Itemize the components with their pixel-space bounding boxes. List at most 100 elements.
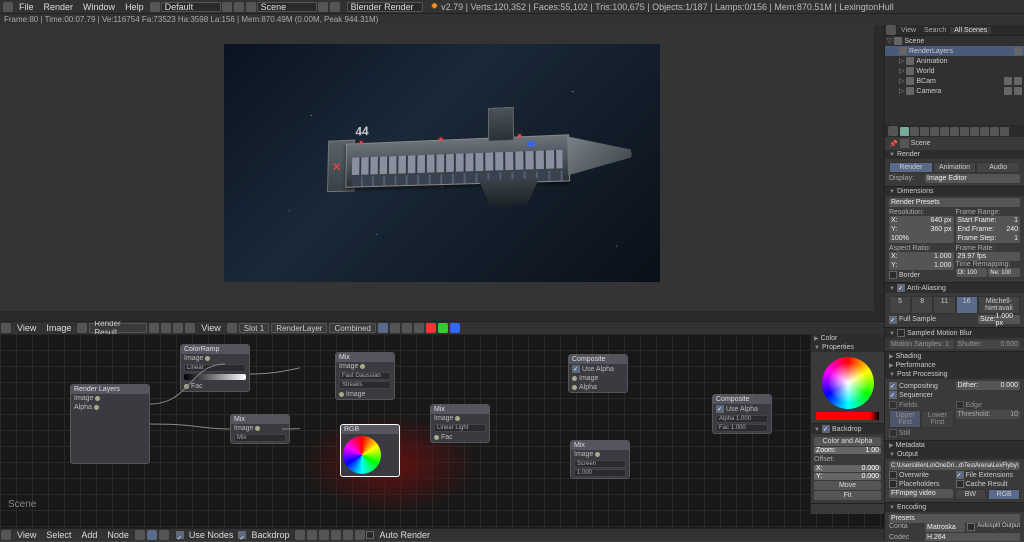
lower-first-button[interactable]: Lower First — [921, 410, 953, 428]
mblur-enable-checkbox[interactable] — [897, 329, 905, 337]
slot-dropdown[interactable]: Slot 1 — [239, 323, 269, 333]
image-editor-viewport[interactable]: 44 — [0, 25, 884, 321]
render-animation-button[interactable]: Animation — [933, 162, 977, 173]
context-texture-tab[interactable] — [980, 127, 989, 136]
render-button[interactable]: Render — [889, 162, 933, 173]
performance-section-header[interactable]: Performance — [885, 361, 1024, 370]
channel-g-icon[interactable] — [438, 323, 448, 333]
aa-11-button[interactable]: 11 — [933, 296, 955, 314]
end-frame-field[interactable]: End Frame:240 — [956, 225, 1021, 234]
img-menu-view[interactable]: View — [12, 323, 41, 333]
vertical-scrollbar[interactable] — [874, 25, 884, 321]
dither-field[interactable]: Dither:0.000 — [956, 381, 1021, 390]
overwrite-checkbox[interactable] — [889, 471, 897, 479]
channel-z-icon[interactable] — [414, 323, 424, 333]
outliner-item-camera[interactable]: ▷Camera — [885, 86, 1024, 96]
container-dropdown[interactable]: Matroska — [925, 523, 965, 532]
img-menu-view2[interactable]: View — [196, 323, 225, 333]
screen-layout-dropdown[interactable]: Default — [161, 2, 221, 12]
aa-filter-dropdown[interactable]: Mitchell-Netravali — [978, 296, 1020, 314]
render-icon[interactable] — [1014, 87, 1022, 95]
menu-render[interactable]: Render — [39, 2, 79, 12]
render-presets-dropdown[interactable]: Render Presets — [889, 198, 1020, 207]
context-object-tab[interactable] — [930, 127, 939, 136]
metadata-section-header[interactable]: Metadata — [885, 441, 1024, 450]
color-bw-button[interactable]: BW — [955, 489, 987, 500]
outliner-view-menu[interactable]: View — [897, 27, 920, 34]
aspect-y-field[interactable]: Y:1.000 — [889, 261, 954, 270]
shading-section-header[interactable]: Shading — [885, 352, 1024, 361]
scene-del-icon[interactable] — [330, 2, 340, 12]
resolution-y-field[interactable]: Y:360 px — [889, 225, 954, 234]
compositing-checkbox[interactable] — [889, 382, 897, 390]
mix-screen-node[interactable]: Mix Image Screen 1.000 — [570, 440, 630, 479]
backdrop-mode-dropdown[interactable]: Color and Alpha — [814, 437, 881, 446]
icon-c[interactable] — [185, 323, 195, 333]
mix-node-1[interactable]: Mix Image Mix — [230, 414, 290, 444]
eye-icon[interactable] — [1004, 77, 1012, 85]
color-wheel-icon[interactable] — [343, 436, 381, 474]
snap-icon[interactable] — [331, 530, 341, 540]
resolution-pct-field[interactable]: 100% — [889, 234, 954, 243]
scene-add-icon[interactable] — [318, 2, 328, 12]
context-render-tab[interactable] — [900, 127, 909, 136]
editor-type-icon[interactable] — [1, 323, 11, 333]
scene-dropdown[interactable]: Scene — [257, 2, 317, 12]
border-checkbox[interactable] — [889, 271, 897, 279]
outliner-item-animation[interactable]: ▷Animation — [885, 56, 1024, 66]
resolution-x-field[interactable]: X:640 px — [889, 216, 954, 225]
colorramp-node[interactable]: ColorRamp Image Linear Fac — [180, 344, 250, 392]
dimensions-section-header[interactable]: Dimensions — [885, 187, 1024, 196]
alpha-over-node[interactable]: Composite Use Alpha Alpha 1.000 Fac 1.00… — [712, 394, 772, 434]
backdrop-offset-x[interactable]: X:0.000 — [814, 465, 881, 472]
menu-help[interactable]: Help — [120, 2, 149, 12]
channel-rgb-icon[interactable] — [390, 323, 400, 333]
glare-node[interactable]: Mix Image Fast Gaussian Streaks Image — [335, 352, 395, 400]
mblur-shutter-field[interactable]: Shutter:0.500 — [956, 340, 1021, 349]
composite-node[interactable]: Composite Use Alpha Image Alpha — [568, 354, 628, 393]
scene-browse-icon[interactable] — [246, 2, 256, 12]
context-material-tab[interactable] — [970, 127, 979, 136]
context-particle-tab[interactable] — [990, 127, 999, 136]
outliner-mode-dropdown[interactable]: All Scenes — [950, 27, 991, 34]
rerender-icon[interactable] — [307, 530, 317, 540]
paste-icon[interactable] — [355, 530, 365, 540]
aa-16-button[interactable]: 16 — [956, 296, 978, 314]
renderlayer-dropdown[interactable]: RenderLayer — [271, 323, 327, 333]
outliner-item-world[interactable]: ▷World — [885, 66, 1024, 76]
pin-icon[interactable] — [149, 323, 159, 333]
channel-r-icon[interactable] — [426, 323, 436, 333]
sequencer-checkbox[interactable] — [889, 391, 897, 399]
aa-enable-checkbox[interactable] — [897, 284, 905, 292]
output-path-field[interactable]: C:\Users\BenLo\OneDri...d\TestArena\LexF… — [889, 461, 1020, 470]
backdrop-move-button[interactable]: Move — [814, 481, 881, 490]
fields-checkbox[interactable] — [889, 401, 897, 409]
info-editor-icon[interactable] — [3, 2, 13, 12]
outliner-item-scene[interactable]: ▽Scene — [885, 36, 1024, 46]
channel-rgba-icon[interactable] — [378, 323, 388, 333]
layout-add-icon[interactable] — [222, 2, 232, 12]
tree-type-texture-icon[interactable] — [159, 530, 169, 540]
backdrop-offset-y[interactable]: Y:0.000 — [814, 473, 881, 480]
post-section-header[interactable]: Post Processing — [885, 370, 1024, 379]
time-new-field[interactable]: Ne: 100 — [988, 268, 1020, 277]
pin-context-icon[interactable]: 📌 — [889, 140, 898, 148]
render-icon[interactable] — [1014, 77, 1022, 85]
node-menu-select[interactable]: Select — [41, 530, 76, 540]
still-checkbox[interactable] — [889, 429, 897, 437]
context-modifier-tab[interactable] — [950, 127, 959, 136]
frame-step-field[interactable]: Frame Step:1 — [956, 234, 1021, 243]
render-audio-button[interactable]: Audio — [976, 162, 1020, 173]
node-menu-node[interactable]: Node — [102, 530, 134, 540]
menu-file[interactable]: File — [14, 2, 39, 12]
backdrop-fit-button[interactable]: Fit — [814, 491, 881, 500]
outliner-item-bcam[interactable]: ▷BCam — [885, 76, 1024, 86]
layout-prev-icon[interactable] — [150, 2, 160, 12]
tree-type-composite-icon[interactable] — [147, 530, 157, 540]
ramp-gradient[interactable] — [184, 374, 246, 380]
channel-alpha-icon[interactable] — [402, 323, 412, 333]
context-world-tab[interactable] — [920, 127, 929, 136]
edge-threshold-field[interactable]: Threshold:10 — [956, 410, 1021, 419]
image-browse-icon[interactable] — [77, 323, 87, 333]
outliner-type-icon[interactable] — [886, 25, 896, 35]
